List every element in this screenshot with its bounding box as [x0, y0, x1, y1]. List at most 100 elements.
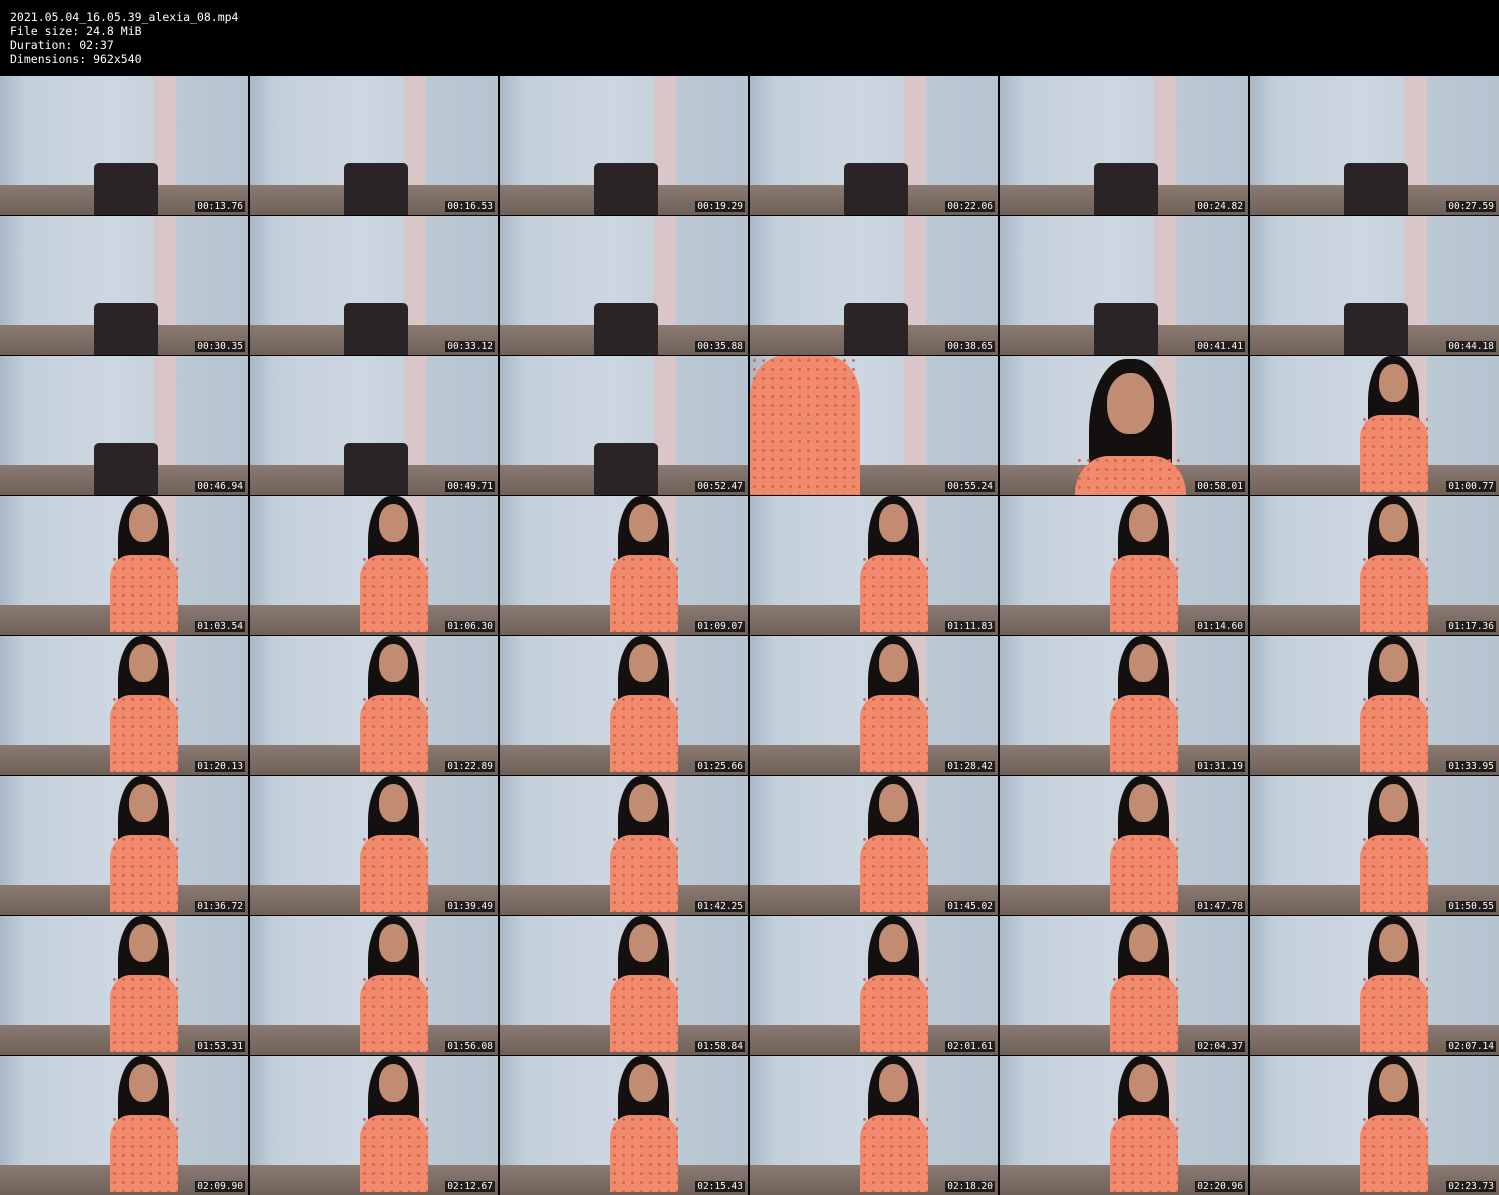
timestamp-label: 00:35.88 — [695, 341, 745, 352]
timestamp-label: 01:17.36 — [1446, 621, 1496, 632]
timestamp-label: 02:07.14 — [1446, 1041, 1496, 1052]
video-thumbnail: 00:46.94 — [0, 356, 248, 495]
timestamp-label: 02:04.37 — [1195, 1041, 1245, 1052]
timestamp-label: 00:44.18 — [1446, 341, 1496, 352]
dimensions-label: Dimensions: 962x540 — [10, 52, 142, 66]
video-thumbnail: 00:22.06 — [750, 76, 998, 215]
timestamp-label: 01:47.78 — [1195, 901, 1245, 912]
video-thumbnail: 01:31.19 — [1000, 636, 1248, 775]
timestamp-label: 01:39.49 — [445, 901, 495, 912]
timestamp-label: 00:24.82 — [1195, 201, 1245, 212]
video-thumbnail: 00:35.88 — [500, 216, 748, 355]
video-thumbnail: 01:03.54 — [0, 496, 248, 635]
video-thumbnail: 01:45.02 — [750, 776, 998, 915]
video-thumbnail: 01:09.07 — [500, 496, 748, 635]
video-thumbnail: 02:15.43 — [500, 1056, 748, 1195]
video-thumbnail: 00:44.18 — [1250, 216, 1499, 355]
timestamp-label: 01:22.89 — [445, 761, 495, 772]
video-thumbnail: 01:14.60 — [1000, 496, 1248, 635]
video-thumbnail: 01:47.78 — [1000, 776, 1248, 915]
video-thumbnail: 02:07.14 — [1250, 916, 1499, 1055]
video-thumbnail: 00:49.71 — [250, 356, 498, 495]
video-thumbnail: 00:52.47 — [500, 356, 748, 495]
chair — [594, 443, 658, 495]
chair — [1344, 163, 1408, 215]
contact-sheet-header: 2021.05.04_16.05.39_alexia_08.mp4 File s… — [0, 0, 1499, 75]
video-thumbnail: 01:28.42 — [750, 636, 998, 775]
timestamp-label: 00:33.12 — [445, 341, 495, 352]
timestamp-label: 01:56.08 — [445, 1041, 495, 1052]
chair — [94, 163, 158, 215]
video-thumbnail: 01:36.72 — [0, 776, 248, 915]
video-thumbnail: 00:13.76 — [0, 76, 248, 215]
video-thumbnail: 02:09.90 — [0, 1056, 248, 1195]
timestamp-label: 02:09.90 — [195, 1181, 245, 1192]
video-thumbnail: 01:50.55 — [1250, 776, 1499, 915]
timestamp-label: 00:55.24 — [945, 481, 995, 492]
timestamp-label: 01:31.19 — [1195, 761, 1245, 772]
timestamp-label: 00:46.94 — [195, 481, 245, 492]
video-thumbnail: 01:56.08 — [250, 916, 498, 1055]
thumbnail-grid: 00:13.76 00:16.53 00:19.29 00:22.06 00:24.82… — [0, 76, 1499, 1195]
video-thumbnail: 00:19.29 — [500, 76, 748, 215]
video-thumbnail: 00:41.41 — [1000, 216, 1248, 355]
timestamp-label: 01:33.95 — [1446, 761, 1496, 772]
chair — [344, 303, 408, 355]
timestamp-label: 01:36.72 — [195, 901, 245, 912]
chair — [844, 163, 908, 215]
file-size-label: File size: 24.8 MiB — [10, 24, 142, 38]
video-thumbnail: 00:58.01 — [1000, 356, 1248, 495]
timestamp-label: 00:16.53 — [445, 201, 495, 212]
video-thumbnail: 00:33.12 — [250, 216, 498, 355]
video-thumbnail: 01:11.83 — [750, 496, 998, 635]
timestamp-label: 01:45.02 — [945, 901, 995, 912]
timestamp-label: 02:20.96 — [1195, 1181, 1245, 1192]
video-thumbnail: 01:25.66 — [500, 636, 748, 775]
video-thumbnail: 00:38.65 — [750, 216, 998, 355]
video-thumbnail: 01:39.49 — [250, 776, 498, 915]
video-thumbnail: 01:22.89 — [250, 636, 498, 775]
video-thumbnail: 00:55.24 — [750, 356, 998, 495]
timestamp-label: 01:14.60 — [1195, 621, 1245, 632]
video-thumbnail: 02:04.37 — [1000, 916, 1248, 1055]
video-thumbnail: 02:01.61 — [750, 916, 998, 1055]
timestamp-label: 00:22.06 — [945, 201, 995, 212]
timestamp-label: 01:28.42 — [945, 761, 995, 772]
video-thumbnail: 01:06.30 — [250, 496, 498, 635]
timestamp-label: 01:06.30 — [445, 621, 495, 632]
timestamp-label: 01:50.55 — [1446, 901, 1496, 912]
timestamp-label: 01:42.25 — [695, 901, 745, 912]
timestamp-label: 00:19.29 — [695, 201, 745, 212]
video-thumbnail: 01:33.95 — [1250, 636, 1499, 775]
timestamp-label: 01:00.77 — [1446, 481, 1496, 492]
timestamp-label: 00:30.35 — [195, 341, 245, 352]
timestamp-label: 02:01.61 — [945, 1041, 995, 1052]
video-thumbnail: 01:53.31 — [0, 916, 248, 1055]
video-thumbnail: 00:24.82 — [1000, 76, 1248, 215]
timestamp-label: 02:15.43 — [695, 1181, 745, 1192]
timestamp-label: 01:58.84 — [695, 1041, 745, 1052]
chair — [844, 303, 908, 355]
video-thumbnail: 02:18.20 — [750, 1056, 998, 1195]
timestamp-label: 00:41.41 — [1195, 341, 1245, 352]
timestamp-label: 01:20.13 — [195, 761, 245, 772]
video-thumbnail: 00:27.59 — [1250, 76, 1499, 215]
timestamp-label: 00:58.01 — [1195, 481, 1245, 492]
chair — [1094, 163, 1158, 215]
timestamp-label: 01:25.66 — [695, 761, 745, 772]
video-thumbnail: 01:58.84 — [500, 916, 748, 1055]
timestamp-label: 02:18.20 — [945, 1181, 995, 1192]
timestamp-label: 02:23.73 — [1446, 1181, 1496, 1192]
timestamp-label: 02:12.67 — [445, 1181, 495, 1192]
chair — [1094, 303, 1158, 355]
timestamp-label: 01:11.83 — [945, 621, 995, 632]
timestamp-label: 00:38.65 — [945, 341, 995, 352]
chair — [1344, 303, 1408, 355]
chair — [94, 443, 158, 495]
timestamp-label: 01:53.31 — [195, 1041, 245, 1052]
timestamp-label: 01:09.07 — [695, 621, 745, 632]
timestamp-label: 00:13.76 — [195, 201, 245, 212]
chair — [344, 443, 408, 495]
video-thumbnail: 01:42.25 — [500, 776, 748, 915]
duration-label: Duration: 02:37 — [10, 38, 114, 52]
